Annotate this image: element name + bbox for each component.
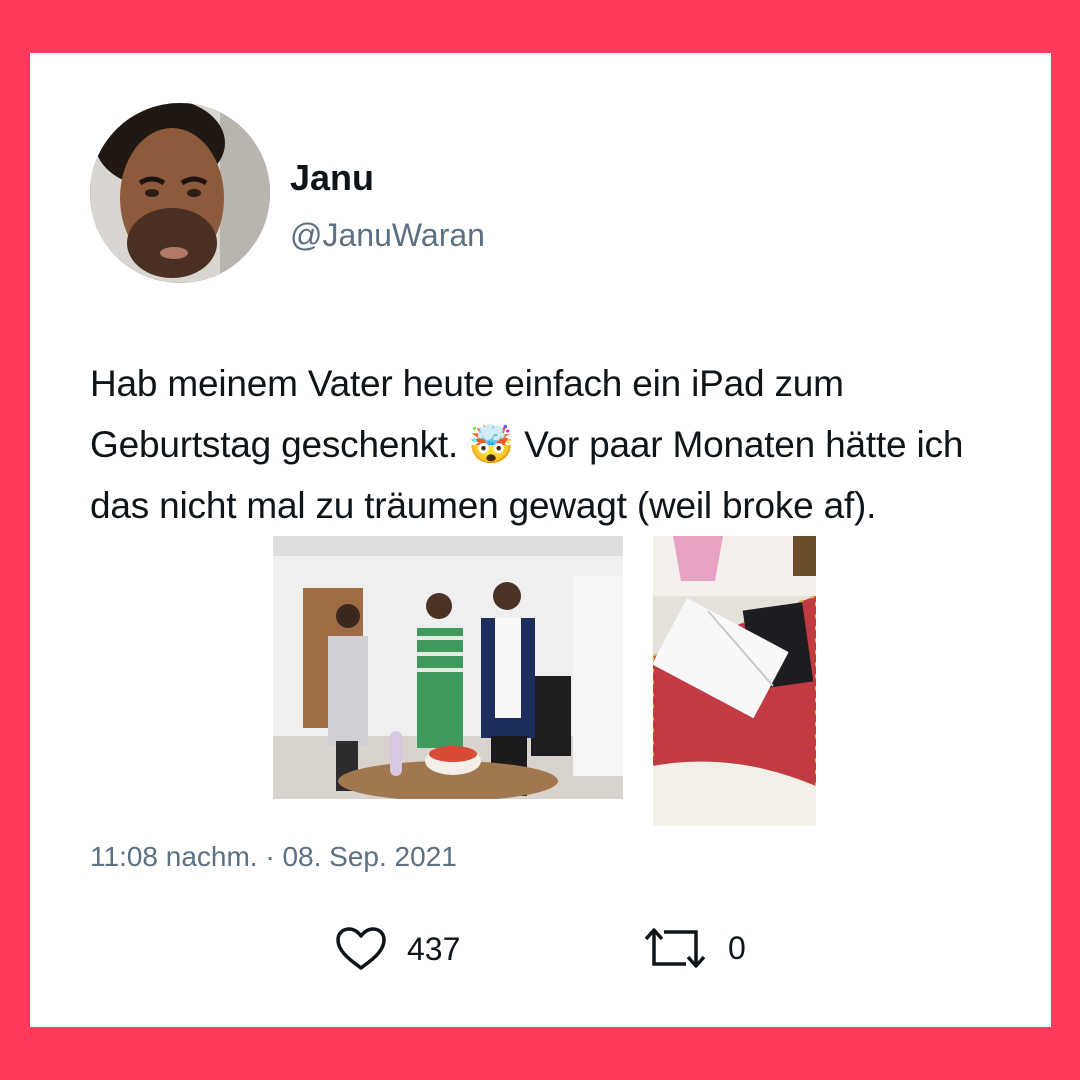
tweet-photo-ipad[interactable] xyxy=(653,536,816,826)
tweet-timestamp[interactable]: 11:08 nachm. · 08. Sep. 2021 xyxy=(90,841,457,873)
like-button[interactable]: 437 xyxy=(335,926,460,972)
retweet-icon xyxy=(642,926,708,970)
like-count: 437 xyxy=(407,930,461,967)
exploding-head-emoji: 🤯 xyxy=(468,424,515,465)
avatar[interactable] xyxy=(90,103,270,283)
tweet-text: Hab meinem Vater heute einfach ein iPad … xyxy=(90,353,1010,536)
heart-icon xyxy=(335,926,387,972)
retweet-button[interactable]: 0 xyxy=(642,926,746,970)
user-handle[interactable]: @JanuWaran xyxy=(290,217,485,254)
display-name[interactable]: Janu xyxy=(290,157,374,199)
tweet-card: Janu @JanuWaran Hab meinem Vater heute e… xyxy=(30,53,1051,1027)
retweet-count: 0 xyxy=(728,929,746,966)
tweet-photo-family[interactable] xyxy=(273,536,623,799)
